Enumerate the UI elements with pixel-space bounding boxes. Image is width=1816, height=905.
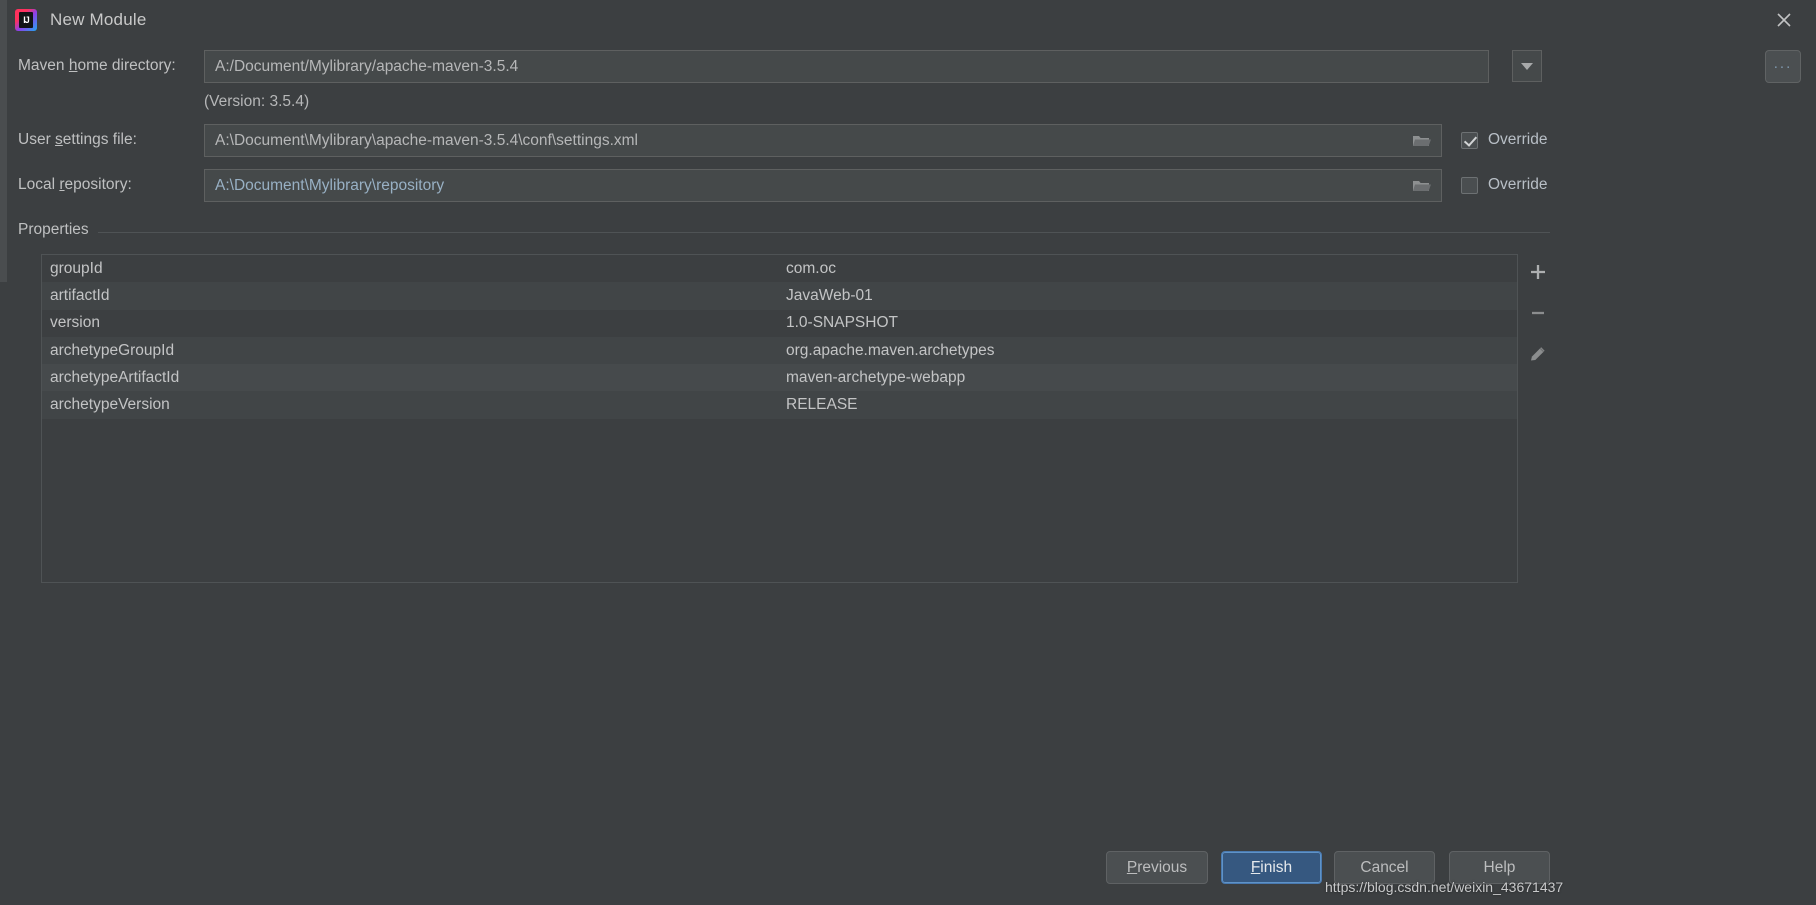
dialog-title: New Module <box>50 10 147 29</box>
property-value: com.oc <box>786 259 836 277</box>
local-repository-label: Local repository: <box>18 176 132 193</box>
chevron-down-icon[interactable] <box>1512 50 1542 82</box>
table-empty-area <box>42 418 1517 582</box>
pencil-icon[interactable] <box>1522 340 1554 368</box>
properties-toolbar <box>1519 254 1557 583</box>
folder-icon[interactable] <box>1412 178 1432 194</box>
checkbox-indicator <box>1461 131 1478 149</box>
properties-group-label: Properties <box>18 221 98 239</box>
table-row[interactable]: archetypeArtifactId maven-archetype-webap… <box>42 364 1517 392</box>
maven-version-note: (Version: 3.5.4) <box>204 93 310 110</box>
property-key: archetypeArtifactId <box>50 368 180 386</box>
browse-button[interactable]: ... <box>1765 50 1801 83</box>
table-row[interactable]: archetypeVersion RELEASE <box>42 391 1517 419</box>
table-row[interactable]: version 1.0-SNAPSHOT <box>42 309 1517 337</box>
minus-icon[interactable] <box>1522 299 1554 327</box>
maven-home-input[interactable]: A:/Document/Mylibrary/apache-maven-3.5.4 <box>204 50 1489 83</box>
maven-home-label: Maven home directory: <box>18 57 176 74</box>
property-value: org.apache.maven.archetypes <box>786 341 995 359</box>
previous-button[interactable]: Previous <box>1106 851 1208 884</box>
local-repository-input[interactable]: A:\Document\Mylibrary\repository <box>204 169 1442 202</box>
property-key: archetypeGroupId <box>50 341 175 359</box>
property-value: 1.0-SNAPSHOT <box>786 314 898 332</box>
user-settings-label: User settings file: <box>18 131 137 148</box>
table-row[interactable]: artifactId JavaWeb-01 <box>42 282 1517 310</box>
close-icon[interactable] <box>1768 4 1800 36</box>
property-key: archetypeVersion <box>50 396 170 414</box>
intellij-idea-icon: IJ <box>15 9 37 31</box>
user-settings-override-checkbox[interactable]: Override <box>1461 131 1547 149</box>
folder-icon[interactable] <box>1412 133 1432 149</box>
properties-table[interactable]: groupId com.oc artifactId JavaWeb-01 version… <box>41 254 1518 583</box>
user-settings-input[interactable]: A:\Document\Mylibrary\apache-maven-3.5.4… <box>204 124 1442 157</box>
window-left-edge-lower <box>0 282 7 905</box>
watermark-text: https://blog.csdn.net/weixin_43671437 <box>1325 879 1564 895</box>
local-repository-override-checkbox[interactable]: Override <box>1461 176 1547 194</box>
plus-icon[interactable] <box>1522 258 1554 286</box>
property-key: groupId <box>50 259 103 277</box>
property-key: artifactId <box>50 286 110 304</box>
property-value: maven-archetype-webapp <box>786 368 966 386</box>
table-row[interactable]: groupId com.oc <box>42 255 1517 283</box>
table-row[interactable]: archetypeGroupId org.apache.maven.archety… <box>42 336 1517 365</box>
property-value: JavaWeb-01 <box>786 286 873 304</box>
property-key: version <box>50 314 100 332</box>
finish-button[interactable]: Finish <box>1221 851 1322 884</box>
new-module-dialog: IJ New Module Maven home directory: A:/D… <box>0 0 1816 905</box>
title-bar: IJ New Module <box>7 0 1816 40</box>
property-value: RELEASE <box>786 396 858 414</box>
properties-separator <box>18 232 1550 233</box>
override-label: Override <box>1488 176 1548 193</box>
override-label: Override <box>1488 131 1548 148</box>
checkbox-indicator <box>1461 176 1478 194</box>
